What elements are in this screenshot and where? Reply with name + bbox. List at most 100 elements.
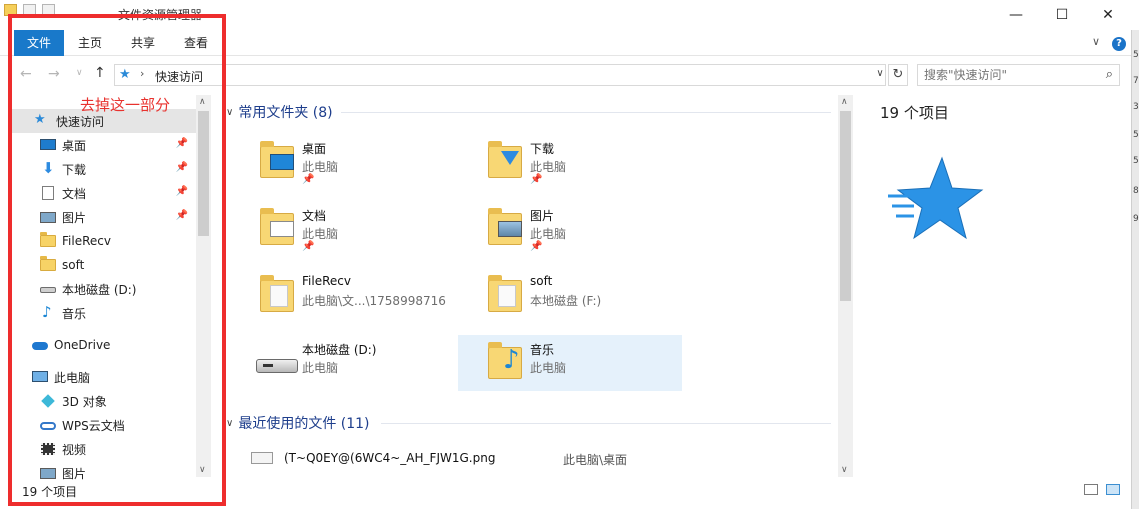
up-arrow-icon[interactable]: ↑ <box>94 65 106 81</box>
music-icon: ♪ <box>42 303 52 321</box>
group-header-frequent[interactable]: ∨ 常用文件夹 (8) <box>226 102 333 122</box>
3d-objects-icon <box>40 394 56 408</box>
nav-item-documents[interactable]: 文档 📌 <box>12 181 196 205</box>
nav-item-label: soft <box>62 258 85 272</box>
folder-icon <box>40 232 56 248</box>
group-title: 常用文件夹 (8) <box>238 105 333 121</box>
window-title: 文件资源管理器 <box>118 8 203 22</box>
tab-view[interactable]: 查看 <box>172 30 220 56</box>
tile-name: 桌面 <box>302 142 327 156</box>
folder-tile-pictures[interactable]: 图片 此电脑 📌 <box>478 201 702 257</box>
folder-tile-filerecv[interactable]: FileRecv 此电脑\文...\1758998716 <box>250 268 474 324</box>
edge-glyph: 3 <box>1133 102 1139 112</box>
quick-access-toolbar <box>4 4 55 16</box>
back-arrow-icon[interactable]: ← <box>20 66 32 82</box>
nav-item-wps-cloud[interactable]: WPS云文档 <box>12 413 196 437</box>
properties-icon[interactable] <box>23 4 36 16</box>
nav-item-label: 此电脑 <box>54 370 91 385</box>
nav-item-filerecv[interactable]: FileRecv <box>12 229 196 253</box>
nav-item-downloads[interactable]: ⬇ 下载 📌 <box>12 157 196 181</box>
nav-item-local-disk-d[interactable]: 本地磁盘 (D:) <box>12 277 196 301</box>
quick-access-star-icon <box>888 156 984 240</box>
folder-icon[interactable] <box>4 4 17 16</box>
nav-item-desktop[interactable]: 桌面 📌 <box>12 133 196 157</box>
pin-icon[interactable]: 📌 <box>176 138 188 149</box>
folder-tile-local-disk-d[interactable]: 本地磁盘 (D:) 此电脑 <box>250 335 474 391</box>
nav-item-label: 本地磁盘 (D:) <box>62 282 137 297</box>
navigation-scrollbar[interactable]: ∧ ∨ <box>196 95 211 477</box>
breadcrumb-chevron-icon[interactable]: › <box>140 67 144 80</box>
nav-item-videos[interactable]: 视频 <box>12 437 196 461</box>
tab-home[interactable]: 主页 <box>66 30 114 56</box>
tile-location: 此电脑 <box>530 160 567 174</box>
refresh-icon[interactable]: ↻ <box>888 64 908 86</box>
folder-icon <box>40 256 56 272</box>
nav-item-music[interactable]: ♪ 音乐 <box>12 301 196 325</box>
maximize-button[interactable]: ☐ <box>1039 0 1085 30</box>
new-folder-icon[interactable] <box>42 4 55 16</box>
address-dropdown-icon[interactable]: ∨ <box>872 64 888 86</box>
tile-location: 此电脑 <box>302 227 339 241</box>
scroll-down-icon[interactable]: ∨ <box>199 465 206 475</box>
tab-file[interactable]: 文件 <box>14 30 64 56</box>
collapse-caret-icon[interactable]: ∨ <box>226 107 233 118</box>
nav-item-soft[interactable]: soft <box>12 253 196 277</box>
pin-icon[interactable]: 📌 <box>176 162 188 173</box>
folder-tile-soft[interactable]: soft 本地磁盘 (F:) <box>478 268 702 324</box>
search-input[interactable] <box>924 67 1094 83</box>
tab-share[interactable]: 共享 <box>119 30 167 56</box>
large-icons-view-icon[interactable] <box>1106 484 1120 495</box>
scroll-up-icon[interactable]: ∧ <box>841 97 848 107</box>
group-header-recent[interactable]: ∨ 最近使用的文件 (11) <box>226 413 370 433</box>
folder-tile-documents[interactable]: 文档 此电脑 📌 <box>250 201 474 257</box>
collapse-ribbon-icon[interactable]: ∨ <box>1092 35 1100 48</box>
close-button[interactable]: ✕ <box>1085 0 1131 30</box>
nav-item-label: 图片 <box>62 210 87 225</box>
content-scrollbar[interactable]: ∧ ∨ <box>838 95 853 477</box>
nav-item-label: 快速访问 <box>56 114 105 129</box>
search-icon[interactable]: ⌕ <box>1106 67 1113 82</box>
status-item-count: 19 个项目 <box>22 485 78 499</box>
address-bar[interactable]: ★ › 快速访问 <box>114 64 886 86</box>
image-file-icon <box>251 452 273 464</box>
download-folder-icon <box>484 140 524 184</box>
documents-folder-icon <box>256 207 296 251</box>
nav-item-3d-objects[interactable]: 3D 对象 <box>12 389 196 413</box>
pin-icon[interactable]: 📌 <box>176 210 188 221</box>
document-icon <box>40 186 56 200</box>
scrollbar-thumb[interactable] <box>840 111 851 301</box>
group-divider <box>341 112 831 113</box>
title-bar: 文件资源管理器 — ☐ ✕ <box>0 0 1139 30</box>
scrollbar-thumb[interactable] <box>198 111 209 236</box>
nav-item-label: 桌面 <box>62 138 87 153</box>
music-folder-icon: ♪ <box>484 341 524 385</box>
folder-tile-downloads[interactable]: 下载 此电脑 📌 <box>478 134 702 190</box>
collapse-caret-icon[interactable]: ∨ <box>226 418 233 429</box>
details-item-count: 19 个项目 <box>880 104 949 122</box>
help-icon[interactable]: ? <box>1112 37 1126 51</box>
nav-item-this-pc[interactable]: 此电脑 <box>12 365 196 389</box>
wps-cloud-icon <box>40 418 56 432</box>
folder-tile-music[interactable]: ♪ 音乐 此电脑 <box>458 335 682 391</box>
details-view-icon[interactable] <box>1084 484 1098 495</box>
forward-arrow-icon[interactable]: → <box>48 66 60 82</box>
recent-file-name[interactable]: (T~Q0EY@(6WC4~_AH_FJW1G.png <box>284 451 495 465</box>
minimize-button[interactable]: — <box>993 0 1039 30</box>
nav-item-onedrive[interactable]: OneDrive <box>12 333 196 357</box>
search-box[interactable]: ⌕ <box>917 64 1120 86</box>
nav-item-pictures-pc[interactable]: 图片 <box>12 461 196 485</box>
scroll-up-icon[interactable]: ∧ <box>199 97 206 107</box>
folder-tile-desktop[interactable]: 桌面 此电脑 📌 <box>250 134 474 190</box>
nav-item-pictures[interactable]: 图片 📌 <box>12 205 196 229</box>
pictures-icon <box>40 210 56 224</box>
group-title: 最近使用的文件 (11) <box>238 416 370 432</box>
tile-name: 下载 <box>530 142 555 156</box>
folder-icon <box>484 274 524 318</box>
onedrive-icon <box>32 338 48 352</box>
star-icon: ★ <box>34 112 46 127</box>
recent-locations-icon[interactable]: ∨ <box>76 68 83 78</box>
pin-icon[interactable]: 📌 <box>176 186 188 197</box>
drive-icon <box>256 341 298 385</box>
breadcrumb-quick-access[interactable]: 快速访问 <box>155 68 203 85</box>
scroll-down-icon[interactable]: ∨ <box>841 465 848 475</box>
